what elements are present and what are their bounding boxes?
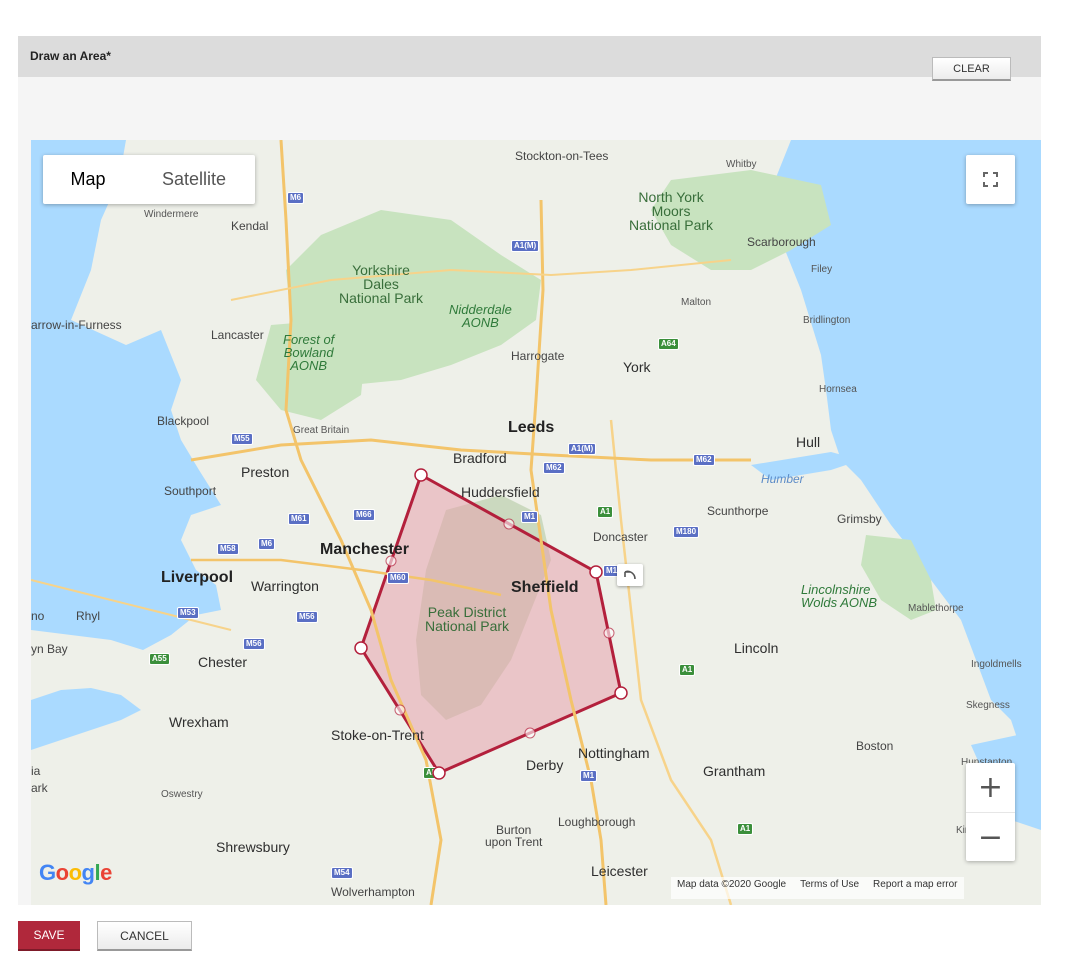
polygon-midpoint-handle xyxy=(394,704,406,716)
google-logo[interactable]: Google xyxy=(39,860,112,886)
cancel-button[interactable]: CANCEL xyxy=(97,921,192,951)
zoom-in-button[interactable]: + xyxy=(966,763,1015,812)
undo-vertex-button[interactable] xyxy=(617,564,643,586)
polygon-vertex-handle xyxy=(614,686,628,700)
panel-title: Draw an Area* xyxy=(30,49,111,63)
polygon-midpoint-handle xyxy=(503,518,515,530)
zoom-out-button[interactable]: − xyxy=(966,812,1015,862)
drawn-polygon-handles[interactable] xyxy=(31,140,1041,905)
zoom-control: + − xyxy=(966,763,1015,861)
fullscreen-button[interactable] xyxy=(966,155,1015,204)
panel-header: Draw an Area* xyxy=(18,36,1041,77)
map-canvas[interactable]: Stockton-on-Tees Whitby North York Moors… xyxy=(31,140,1041,905)
report-map-error-link[interactable]: Report a map error xyxy=(873,879,957,897)
map-attribution: Map data ©2020 Google Terms of Use Repor… xyxy=(671,877,964,899)
polygon-vertex-handle xyxy=(589,565,603,579)
fullscreen-icon xyxy=(983,172,998,187)
polygon-vertex-handle xyxy=(354,641,368,655)
clear-button[interactable]: CLEAR xyxy=(932,57,1011,81)
map-type-satellite-button[interactable]: Satellite xyxy=(133,155,255,204)
terms-of-use-link[interactable]: Terms of Use xyxy=(800,879,859,897)
polygon-midpoint-handle xyxy=(524,727,536,739)
save-button[interactable]: SAVE xyxy=(18,921,80,951)
map-type-map-button[interactable]: Map xyxy=(43,155,133,204)
polygon-midpoint-handle xyxy=(385,555,397,567)
polygon-vertex-handle xyxy=(414,468,428,482)
map-data-text: Map data ©2020 Google xyxy=(677,879,787,890)
undo-icon xyxy=(624,570,636,580)
polygon-midpoint-handle xyxy=(603,627,615,639)
polygon-vertex-handle xyxy=(432,766,446,780)
map-type-control: Map Satellite xyxy=(43,155,255,204)
